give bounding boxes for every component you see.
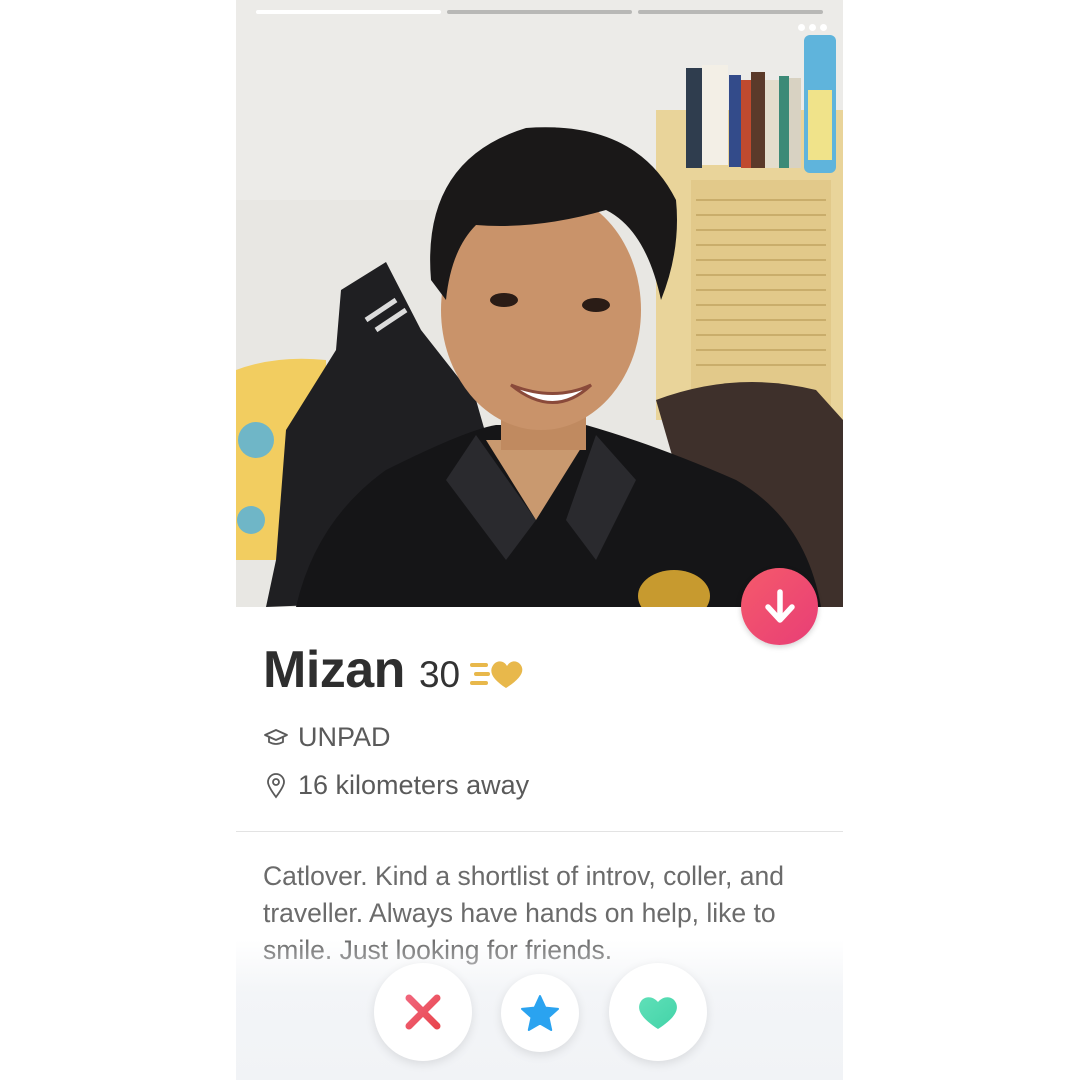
distance-label: 16 kilometers away (298, 770, 530, 800)
name-age-row: Mizan 30 (263, 640, 823, 702)
photo-illustration (236, 0, 843, 607)
profile-photo[interactable] (236, 0, 843, 607)
section-divider (236, 831, 843, 832)
photo-progress-indicator (256, 10, 823, 14)
close-icon (405, 994, 441, 1030)
photo-progress-segment (256, 10, 441, 14)
school-row: UNPAD (263, 722, 391, 753)
superlike-heart-icon (470, 657, 528, 696)
profile-age: 30 (418, 654, 461, 695)
profile-info: Mizan 30 UNPAD 16 kilometers away (263, 640, 823, 800)
like-button[interactable] (609, 963, 707, 1061)
heart-icon (639, 997, 677, 1029)
photo-progress-segment (638, 10, 823, 14)
profile-name: Mizan (263, 641, 405, 699)
distance-row: 16 kilometers away (263, 770, 529, 801)
graduation-cap-icon (263, 725, 289, 751)
profile-card: Mizan 30 UNPAD 16 kilometers away Catlov… (236, 0, 843, 1080)
school-label: UNPAD (298, 722, 391, 752)
photo-progress-segment (447, 10, 632, 14)
location-pin-icon (263, 772, 289, 799)
collapse-profile-button[interactable] (741, 568, 818, 645)
super-like-button[interactable] (501, 974, 579, 1052)
nope-button[interactable] (374, 963, 472, 1061)
star-icon (521, 995, 559, 1031)
more-options-icon[interactable] (798, 24, 827, 31)
arrow-down-icon (764, 588, 795, 623)
